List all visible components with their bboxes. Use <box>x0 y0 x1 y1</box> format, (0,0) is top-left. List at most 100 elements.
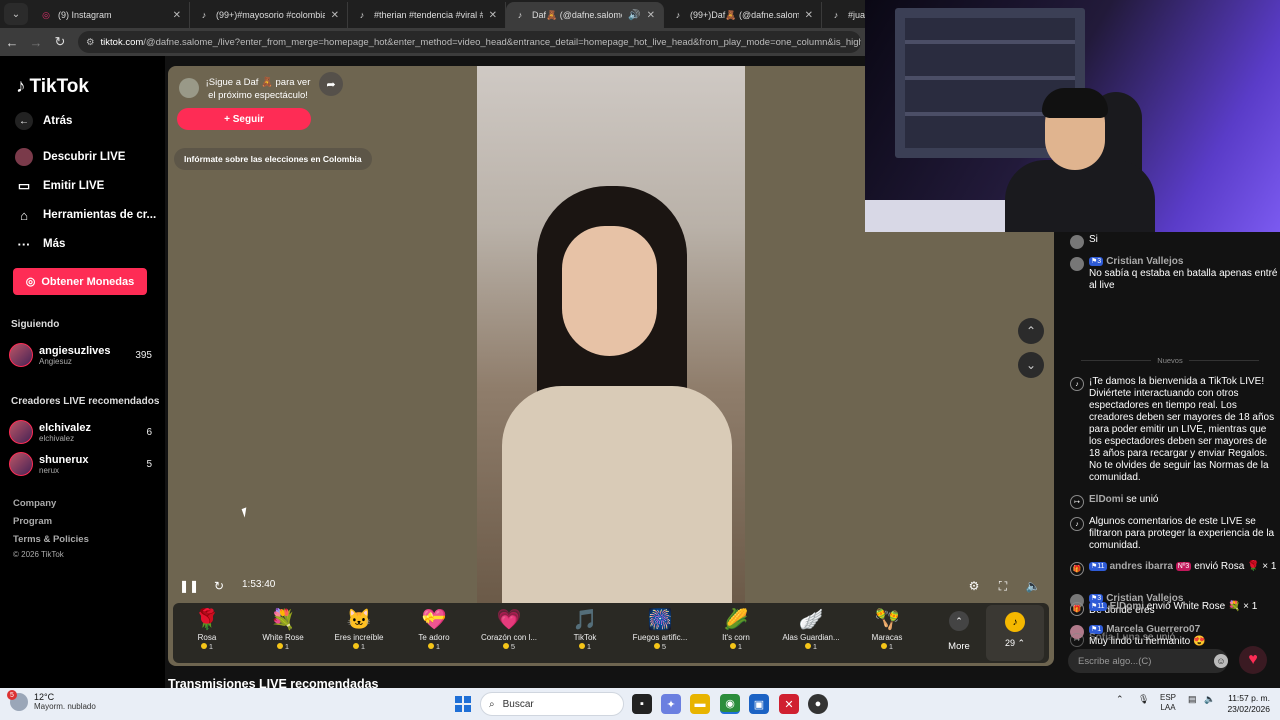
nav-go-live[interactable]: ▭ Emitir LIVE <box>15 177 105 195</box>
browser-tab[interactable]: ♪ (99+)#mayosorio #colombia #c ✕ <box>190 2 348 28</box>
coin-balance-button[interactable]: ♪ 29 ⌃ <box>986 605 1044 661</box>
nav-more[interactable]: ··· Más <box>15 235 66 253</box>
system-clock[interactable]: 11:57 p. m. 23/02/2026 <box>1224 693 1270 715</box>
live-video[interactable] <box>477 66 745 606</box>
pause-icon[interactable]: ❚❚ <box>179 576 199 596</box>
gift-item[interactable]: 🌹 Rosa 1 <box>170 609 244 651</box>
chrome-icon[interactable]: ◉ <box>720 694 740 714</box>
chat-username[interactable]: Cristian Vallejos <box>1106 256 1183 267</box>
recommended-account[interactable]: shunerux nerux 5 <box>9 452 152 476</box>
previous-live-button[interactable]: ⌃ <box>1018 318 1044 344</box>
volume-icon[interactable]: 🔈 <box>1204 694 1215 705</box>
close-icon[interactable]: ✕ <box>331 10 339 21</box>
close-icon[interactable]: ✕ <box>173 10 181 21</box>
host-avatar[interactable] <box>179 78 199 98</box>
volume-icon[interactable]: 🔈 <box>1023 576 1043 596</box>
windows-start-icon[interactable] <box>455 696 471 712</box>
emoji-icon[interactable]: ☺ <box>1214 654 1228 668</box>
browser-tab[interactable]: ♪ (99+)Daf🧸 (@dafne.salome_) ✕ <box>664 2 822 28</box>
back-arrow-icon[interactable]: ← <box>0 35 24 50</box>
election-notice-link[interactable]: Infórmate sobre las elecciones en Colomb… <box>174 148 372 170</box>
recommended-account[interactable]: elchivalez elchivalez 6 <box>9 420 152 444</box>
microphone-icon[interactable]: 🎙 <box>1138 694 1149 705</box>
chat-text: se unió <box>1142 632 1176 643</box>
file-explorer-icon[interactable]: ▬ <box>690 694 710 714</box>
url-field[interactable]: ⚙ tiktok.com/@dafne.salome_/live?enter_fr… <box>78 31 861 53</box>
nav-discover-live[interactable]: Descubrir LIVE <box>15 148 125 166</box>
url-path: /@dafne.salome_/live?enter_from_merge=ho… <box>143 36 861 48</box>
taskbar-search[interactable]: ⌕ Buscar <box>480 692 624 716</box>
chat-username[interactable]: Sofia Luna <box>1089 632 1140 643</box>
back-link[interactable]: ← Atrás <box>15 112 72 130</box>
chat-message: ⚑3 Cristian Vallejos No sabía q estaba en … <box>1070 256 1278 292</box>
level-number: 3 <box>1097 258 1102 265</box>
nav-creator-tools[interactable]: ⌂ Herramientas de cr... <box>15 206 156 224</box>
next-live-button[interactable]: ⌄ <box>1018 352 1044 378</box>
account-handle: elchivalez <box>39 433 75 443</box>
footer-link-program[interactable]: Program <box>13 516 52 527</box>
chat-username[interactable]: ElDomi <box>1089 494 1123 505</box>
gift-item[interactable]: 🐱 Eres increíble 1 <box>322 609 396 651</box>
reload-icon[interactable]: ↻ <box>48 34 72 50</box>
gift-item[interactable]: 💐 White Rose 1 <box>246 609 320 651</box>
network-icon[interactable]: ▤ <box>1188 694 1197 705</box>
gift-item[interactable]: 💗 Corazón con l... 5 <box>472 609 546 651</box>
system-message: ♪ Algunos comentarios de este LIVE se fil… <box>1070 516 1278 552</box>
close-icon[interactable]: ✕ <box>805 10 813 21</box>
site-info-icon[interactable]: ⚙ <box>86 37 95 48</box>
chevron-down-icon: ⌄ <box>1025 358 1037 372</box>
get-coins-button[interactable]: ◎ Obtener Monedas <box>13 268 147 295</box>
footer-link-company[interactable]: Company <box>13 498 56 509</box>
chat-username[interactable]: andres ibarra <box>1110 561 1173 572</box>
close-icon[interactable]: ✕ <box>647 10 655 21</box>
close-icon[interactable]: ✕ <box>489 10 497 21</box>
gift-item[interactable]: 💝 Te adoro 1 <box>397 609 471 651</box>
app-x-icon[interactable]: ✕ <box>779 694 799 714</box>
chat-input[interactable]: Escribe algo...(C) <box>1068 649 1228 673</box>
browser-tab[interactable]: ♪ #therian #tendencia #viral #pe ✕ <box>348 2 506 28</box>
app-icon[interactable]: ● <box>808 694 828 714</box>
settings-gear-icon[interactable]: ⚙ <box>964 576 984 596</box>
chat-message: Si <box>1070 234 1278 249</box>
gift-item[interactable]: 🌽 It's corn 1 <box>699 609 773 651</box>
notification-badge: 5 <box>7 690 17 700</box>
chat-username[interactable]: ElDomi <box>1110 601 1144 612</box>
corn-gift-icon: 🌽 <box>723 609 749 631</box>
nav-label: Herramientas de cr... <box>43 209 157 221</box>
clock-date: 23/02/2026 <box>1227 704 1270 714</box>
copilot-icon[interactable]: ✦ <box>661 694 681 714</box>
gift-name: White Rose <box>262 633 304 642</box>
browser-tab[interactable]: ◎ (9) Instagram ✕ <box>32 2 190 28</box>
language-indicator[interactable]: ESP LAA <box>1160 693 1176 713</box>
tiktok-logo[interactable]: ♪ TikTok <box>16 76 89 98</box>
gift-item[interactable]: 🎆 Fuegos artific... 5 <box>623 609 697 651</box>
weather-widget[interactable]: 5 12°C Mayorm. nublado <box>7 690 96 712</box>
more-label: More <box>948 641 970 652</box>
avatar[interactable] <box>1070 257 1084 271</box>
browser-tab-active[interactable]: ♪ Daf🧸 (@dafne.salome_) e 🔊 ✕ <box>506 2 664 28</box>
tiktok-gift-icon: 🎵 <box>572 609 598 631</box>
gift-price: 5 <box>623 642 697 651</box>
join-message: ↦ Sofia Luna se unió <box>1070 632 1278 647</box>
more-gifts-button[interactable]: ⌃ More <box>941 609 977 652</box>
following-account[interactable]: angiesuzlives Angiesuz 395 <box>9 343 152 367</box>
follow-button[interactable]: + Seguir <box>177 108 311 130</box>
footer-link-terms[interactable]: Terms & Policies <box>13 534 89 545</box>
forward-arrow-icon[interactable]: → <box>24 35 48 50</box>
share-icon[interactable]: ➦ <box>319 72 343 96</box>
sidebar: ♪ TikTok ← Atrás Descubrir LIVE ▭ Emitir LI… <box>0 56 165 688</box>
chevron-up-icon[interactable]: ⌃ <box>1116 694 1124 705</box>
level-number: 11 <box>1097 603 1105 610</box>
fullscreen-icon[interactable]: ⛶ <box>993 576 1013 596</box>
refresh-icon[interactable]: ↻ <box>209 576 229 596</box>
gift-item[interactable]: 🪇 Maracas 1 <box>850 609 924 651</box>
gift-item[interactable]: 🪽 Alas Guardian... 1 <box>774 609 848 651</box>
tab-search-button[interactable]: ⌄ <box>4 3 28 25</box>
like-heart-icon[interactable]: ♥ <box>1239 646 1267 674</box>
instagram-icon: ◎ <box>42 9 50 20</box>
gift-item[interactable]: 🎵 TikTok 1 <box>548 609 622 651</box>
task-view-icon[interactable]: ▪ <box>632 694 652 714</box>
speaker-icon[interactable]: 🔊 <box>628 10 640 21</box>
copyright: © 2026 TikTok <box>13 550 64 559</box>
store-icon[interactable]: ▣ <box>749 694 769 714</box>
